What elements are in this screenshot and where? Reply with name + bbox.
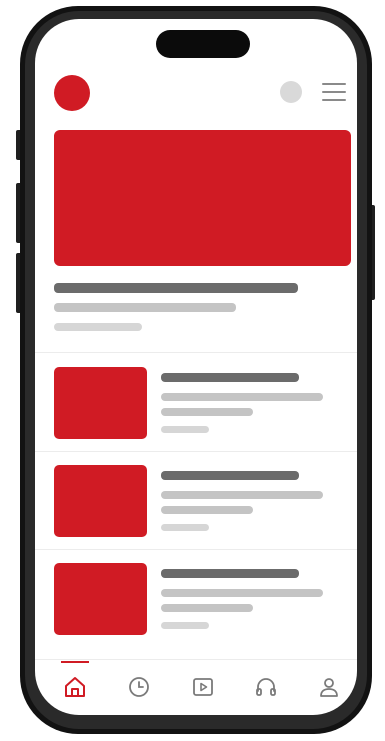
video-thumbnail[interactable] xyxy=(54,563,147,635)
hamburger-menu-icon[interactable] xyxy=(322,82,346,102)
tab-videos[interactable] xyxy=(189,673,217,701)
item-meta-placeholder xyxy=(161,622,209,629)
item-title-placeholder xyxy=(161,373,299,382)
clock-icon xyxy=(129,677,149,697)
dynamic-island xyxy=(156,30,250,58)
item-subtitle-placeholder xyxy=(161,393,323,401)
avatar[interactable] xyxy=(280,81,302,103)
featured-subtitle-placeholder xyxy=(54,303,236,312)
featured-media[interactable] xyxy=(54,130,351,266)
item-subtitle-placeholder-2 xyxy=(161,408,253,416)
profile-icon xyxy=(320,678,338,697)
headphones-icon xyxy=(256,678,276,696)
active-tab-indicator xyxy=(61,661,89,663)
featured-title-placeholder xyxy=(54,283,298,293)
item-subtitle-placeholder xyxy=(161,491,323,499)
list-item[interactable] xyxy=(35,451,357,549)
play-icon xyxy=(193,678,213,696)
item-subtitle-placeholder-2 xyxy=(161,604,253,612)
brand-logo-icon[interactable] xyxy=(54,75,90,111)
list-item[interactable] xyxy=(35,549,357,647)
item-meta-placeholder xyxy=(161,426,209,433)
tab-profile[interactable] xyxy=(315,673,343,701)
item-title-placeholder xyxy=(161,471,299,480)
item-title-placeholder xyxy=(161,569,299,578)
bottom-tab-bar xyxy=(35,659,357,715)
tab-home[interactable] xyxy=(61,673,89,701)
tab-history[interactable] xyxy=(125,673,153,701)
item-subtitle-placeholder-2 xyxy=(161,506,253,514)
tab-audio[interactable] xyxy=(252,673,280,701)
home-icon xyxy=(65,677,85,697)
featured-meta-placeholder xyxy=(54,323,142,331)
list-item[interactable] xyxy=(35,353,357,451)
video-thumbnail[interactable] xyxy=(54,465,147,537)
item-meta-placeholder xyxy=(161,524,209,531)
video-thumbnail[interactable] xyxy=(54,367,147,439)
item-subtitle-placeholder xyxy=(161,589,323,597)
app-screen xyxy=(35,19,357,715)
